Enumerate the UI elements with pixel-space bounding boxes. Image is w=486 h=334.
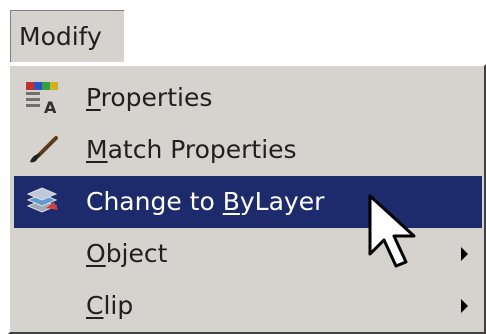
menu-modify[interactable]: Modify bbox=[10, 10, 125, 62]
menu-item-label: Object bbox=[86, 239, 168, 268]
svg-text:A: A bbox=[44, 98, 57, 116]
change-to-bylayer-icon bbox=[26, 187, 58, 213]
menu-item-label: Clip bbox=[86, 291, 134, 320]
menu-item-label: Match Properties bbox=[86, 135, 297, 164]
menu-item-clip[interactable]: Clip bbox=[14, 280, 482, 332]
menu-item-label: Properties bbox=[86, 83, 213, 112]
menu-item-match-properties[interactable]: Match Properties bbox=[14, 124, 482, 176]
mouse-pointer-icon bbox=[368, 194, 416, 268]
menu-bar: Modify bbox=[0, 0, 486, 64]
submenu-arrow-icon bbox=[461, 247, 468, 261]
paintbrush-icon bbox=[30, 136, 58, 163]
menu-item-properties[interactable]: A Properties bbox=[14, 72, 482, 124]
submenu-arrow-icon bbox=[461, 299, 468, 313]
properties-icon: A bbox=[26, 82, 58, 116]
menu-item-label: Change to ByLayer bbox=[86, 187, 325, 216]
